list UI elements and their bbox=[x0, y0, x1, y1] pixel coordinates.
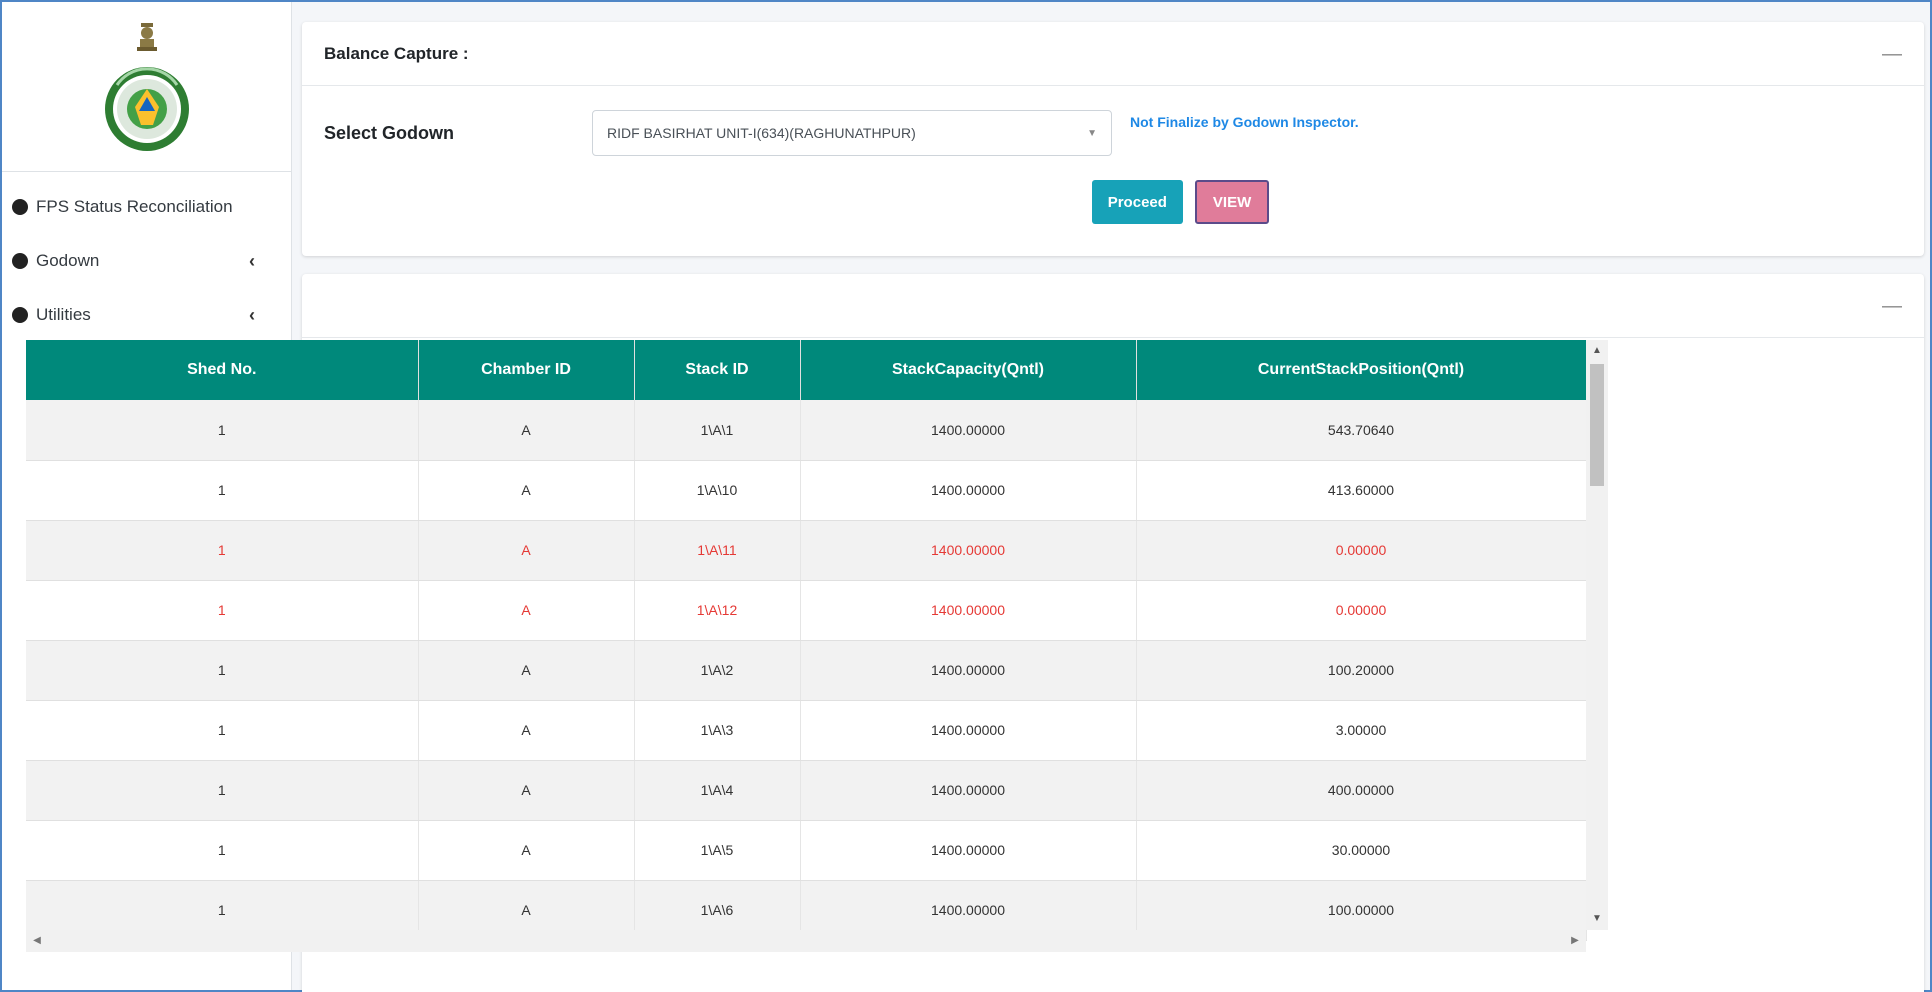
table-row: 1 A 1\A\2 1400.00000 100.20000 bbox=[26, 640, 1587, 701]
sidebar-item-label: FPS Status Reconciliation bbox=[36, 197, 233, 216]
cell-shed: 1 bbox=[26, 520, 419, 581]
sidebar-item-label: Utilities bbox=[36, 305, 91, 324]
cell-stack: 1\A\5 bbox=[634, 820, 801, 881]
chevron-left-icon: ‹ bbox=[249, 250, 255, 271]
cell-capacity: 1400.00000 bbox=[800, 700, 1137, 761]
cell-capacity: 1400.00000 bbox=[800, 640, 1137, 701]
scroll-left-arrow-icon[interactable]: ◀ bbox=[26, 930, 48, 952]
cell-stack: 1\A\4 bbox=[634, 760, 801, 821]
cell-chamber: A bbox=[418, 640, 635, 701]
cell-shed: 1 bbox=[26, 640, 419, 701]
cell-stack: 1\A\11 bbox=[634, 520, 801, 581]
cell-capacity: 1400.00000 bbox=[800, 520, 1137, 581]
stack-table-header: — bbox=[302, 274, 1924, 338]
circle-icon bbox=[12, 307, 28, 323]
sidebar-item-fps-status-reconciliation[interactable]: FPS Status Reconciliation bbox=[2, 180, 291, 234]
table-row: 1 A 1\A\5 1400.00000 30.00000 bbox=[26, 820, 1587, 881]
horizontal-scrollbar[interactable]: ◀ ▶ bbox=[26, 930, 1586, 952]
cell-shed: 1 bbox=[26, 820, 419, 881]
cell-position: 3.00000 bbox=[1136, 700, 1587, 761]
cell-position: 413.60000 bbox=[1136, 460, 1587, 521]
sidebar-item-utilities[interactable]: Utilities ‹ bbox=[2, 288, 291, 342]
sidebar-nav: FPS Status Reconciliation Godown ‹ Utili… bbox=[2, 172, 291, 342]
balance-capture-header: Balance Capture : — bbox=[302, 22, 1924, 86]
cell-stack: 1\A\1 bbox=[634, 400, 801, 461]
cell-position: 0.00000 bbox=[1136, 580, 1587, 641]
table-row: 1 A 1\A\4 1400.00000 400.00000 bbox=[26, 760, 1587, 821]
scroll-down-arrow-icon[interactable]: ▼ bbox=[1586, 908, 1608, 930]
action-buttons: Proceed VIEW bbox=[437, 180, 1924, 224]
vertical-scrollbar[interactable]: ▲ ▼ bbox=[1586, 340, 1608, 930]
finalize-status-text: Not Finalize by Godown Inspector. bbox=[1130, 114, 1359, 130]
chevron-left-icon: ‹ bbox=[249, 304, 255, 325]
collapse-button[interactable]: — bbox=[1882, 296, 1902, 316]
cell-stack: 1\A\10 bbox=[634, 460, 801, 521]
table-row: 1 A 1\A\3 1400.00000 3.00000 bbox=[26, 700, 1587, 761]
table-body: 1 A 1\A\1 1400.00000 543.70640 1 A 1\A\1… bbox=[26, 400, 1587, 941]
brand-area bbox=[2, 2, 291, 172]
cell-stack: 1\A\3 bbox=[634, 700, 801, 761]
cell-position: 100.20000 bbox=[1136, 640, 1587, 701]
cell-chamber: A bbox=[418, 580, 635, 641]
cell-stack: 1\A\2 bbox=[634, 640, 801, 701]
cell-capacity: 1400.00000 bbox=[800, 460, 1137, 521]
cell-shed: 1 bbox=[26, 760, 419, 821]
cell-chamber: A bbox=[418, 520, 635, 581]
table-row: 1 A 1\A\12 1400.00000 0.00000 bbox=[26, 580, 1587, 641]
table-row: 1 A 1\A\11 1400.00000 0.00000 bbox=[26, 520, 1587, 581]
collapse-button[interactable]: — bbox=[1882, 44, 1902, 64]
column-header-current-stack-position[interactable]: CurrentStackPosition(Qntl) bbox=[1136, 340, 1587, 400]
godown-select-value: RIDF BASIRHAT UNIT-I(634)(RAGHUNATHPUR) bbox=[607, 125, 916, 141]
select-godown-label: Select Godown bbox=[324, 122, 455, 143]
table-header-row: Shed No. Chamber ID Stack ID StackCapaci… bbox=[26, 340, 1587, 400]
cell-chamber: A bbox=[418, 820, 635, 881]
stack-table-scroll-area[interactable]: Shed No. Chamber ID Stack ID StackCapaci… bbox=[26, 340, 1608, 952]
circle-icon bbox=[12, 253, 28, 269]
godown-select[interactable]: RIDF BASIRHAT UNIT-I(634)(RAGHUNATHPUR) … bbox=[592, 110, 1112, 156]
proceed-button[interactable]: Proceed bbox=[1091, 180, 1183, 224]
cell-shed: 1 bbox=[26, 400, 419, 461]
balance-capture-card: Balance Capture : — Select Godown RIDF B… bbox=[302, 22, 1924, 256]
government-emblem-logo-icon bbox=[104, 22, 189, 151]
cell-position: 543.70640 bbox=[1136, 400, 1587, 461]
cell-position: 30.00000 bbox=[1136, 820, 1587, 881]
cell-stack: 1\A\12 bbox=[634, 580, 801, 641]
cell-chamber: A bbox=[418, 700, 635, 761]
scroll-up-arrow-icon[interactable]: ▲ bbox=[1586, 340, 1608, 362]
circle-icon bbox=[12, 199, 28, 215]
cell-position: 0.00000 bbox=[1136, 520, 1587, 581]
column-header-stack-capacity[interactable]: StackCapacity(Qntl) bbox=[800, 340, 1137, 400]
cell-shed: 1 bbox=[26, 460, 419, 521]
stack-table: Shed No. Chamber ID Stack ID StackCapaci… bbox=[26, 340, 1587, 941]
balance-capture-title: Balance Capture : bbox=[324, 43, 469, 63]
cell-capacity: 1400.00000 bbox=[800, 400, 1137, 461]
vertical-scroll-thumb[interactable] bbox=[1590, 364, 1604, 486]
column-header-chamber-id[interactable]: Chamber ID bbox=[418, 340, 635, 400]
godown-select-row: Select Godown RIDF BASIRHAT UNIT-I(634)(… bbox=[302, 86, 1924, 180]
view-button[interactable]: VIEW bbox=[1194, 180, 1270, 224]
sidebar-item-label: Godown bbox=[36, 251, 100, 270]
scroll-right-arrow-icon[interactable]: ▶ bbox=[1564, 930, 1586, 952]
cell-capacity: 1400.00000 bbox=[800, 760, 1137, 821]
cell-capacity: 1400.00000 bbox=[800, 820, 1137, 881]
cell-shed: 1 bbox=[26, 700, 419, 761]
table-row: 1 A 1\A\10 1400.00000 413.60000 bbox=[26, 460, 1587, 521]
table-row: 1 A 1\A\1 1400.00000 543.70640 bbox=[26, 400, 1587, 461]
cell-capacity: 1400.00000 bbox=[800, 580, 1137, 641]
cell-position: 400.00000 bbox=[1136, 760, 1587, 821]
column-header-stack-id[interactable]: Stack ID bbox=[634, 340, 801, 400]
cell-chamber: A bbox=[418, 760, 635, 821]
column-header-shed-no[interactable]: Shed No. bbox=[26, 340, 419, 400]
cell-shed: 1 bbox=[26, 580, 419, 641]
cell-chamber: A bbox=[418, 460, 635, 521]
caret-down-icon: ▼ bbox=[1087, 127, 1097, 139]
sidebar-item-godown[interactable]: Godown ‹ bbox=[2, 234, 291, 288]
cell-chamber: A bbox=[418, 400, 635, 461]
